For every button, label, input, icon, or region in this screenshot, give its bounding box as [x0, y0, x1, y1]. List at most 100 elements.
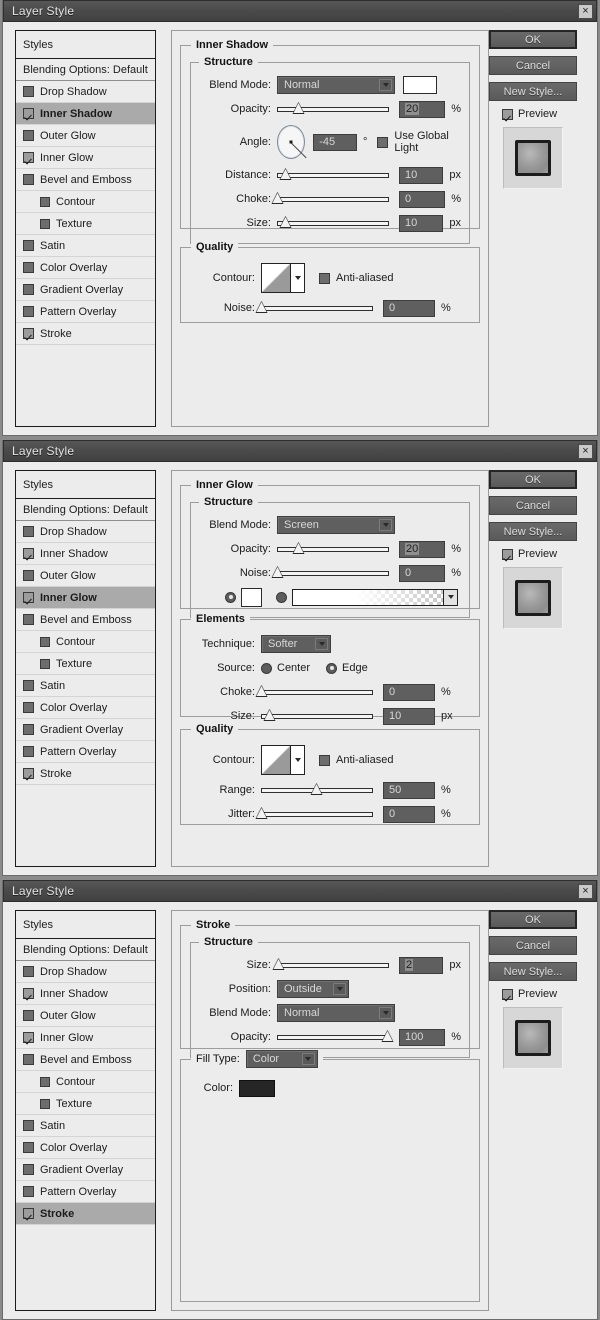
- anti-aliased-checkbox[interactable]: [319, 754, 330, 766]
- anti-aliased-checkbox[interactable]: [319, 272, 330, 284]
- contour-preset-select[interactable]: [261, 263, 305, 293]
- range-input[interactable]: 50: [383, 781, 435, 799]
- slider-thumb[interactable]: [271, 566, 284, 578]
- chevron-down-icon[interactable]: [333, 983, 346, 995]
- jitter-slider[interactable]: [255, 807, 373, 821]
- fill-gradient-radio[interactable]: [276, 591, 287, 603]
- cancel-button[interactable]: Cancel: [489, 496, 577, 515]
- choke-input[interactable]: 0: [399, 190, 446, 208]
- title-bar[interactable]: Layer Style ×: [3, 440, 597, 462]
- chevron-down-icon[interactable]: [315, 638, 328, 650]
- checkbox-icon[interactable]: [23, 614, 34, 625]
- noise-slider[interactable]: [271, 566, 389, 580]
- ok-button[interactable]: OK: [489, 30, 577, 49]
- choke-input[interactable]: 0: [383, 683, 435, 701]
- sidebar-item-pattern-overlay[interactable]: Pattern Overlay: [16, 741, 155, 763]
- checkbox-icon[interactable]: [23, 152, 34, 163]
- sidebar-item-bevel-and-emboss[interactable]: Bevel and Emboss: [16, 1049, 155, 1071]
- size-slider[interactable]: [277, 216, 389, 230]
- source-center-radio[interactable]: [261, 662, 272, 674]
- size-slider[interactable]: [261, 709, 373, 723]
- chevron-down-icon[interactable]: [301, 1053, 315, 1065]
- blending-options-row[interactable]: Blending Options: Default: [16, 59, 155, 81]
- checkbox-icon[interactable]: [23, 988, 34, 999]
- size-slider[interactable]: [272, 958, 389, 972]
- checkbox-icon[interactable]: [23, 592, 34, 603]
- sidebar-item-satin[interactable]: Satin: [16, 1115, 155, 1137]
- sidebar-item-stroke[interactable]: Stroke: [16, 1203, 155, 1225]
- use-global-light-checkbox[interactable]: [377, 136, 389, 148]
- chevron-down-icon[interactable]: [290, 746, 304, 774]
- checkbox-icon[interactable]: [40, 1098, 50, 1109]
- checkbox-icon[interactable]: [23, 1164, 34, 1175]
- chevron-down-icon[interactable]: [444, 588, 458, 606]
- distance-input[interactable]: 10: [399, 166, 444, 184]
- checkbox-icon[interactable]: [23, 570, 34, 581]
- glow-color-swatch[interactable]: [241, 587, 262, 607]
- noise-input[interactable]: 0: [383, 299, 435, 317]
- sidebar-item-satin[interactable]: Satin: [16, 675, 155, 697]
- position-select[interactable]: Outside: [277, 980, 349, 998]
- opacity-slider[interactable]: [277, 542, 389, 556]
- angle-input[interactable]: -45: [313, 133, 358, 151]
- sidebar-item-inner-shadow[interactable]: Inner Shadow: [16, 983, 155, 1005]
- checkbox-icon[interactable]: [40, 658, 50, 669]
- sidebar-item-gradient-overlay[interactable]: Gradient Overlay: [16, 719, 155, 741]
- sidebar-item-drop-shadow[interactable]: Drop Shadow: [16, 961, 155, 983]
- noise-slider[interactable]: [255, 301, 373, 315]
- checkbox-icon[interactable]: [23, 1208, 34, 1219]
- sidebar-item-stroke[interactable]: Stroke: [16, 323, 155, 345]
- checkbox-icon[interactable]: [23, 724, 34, 735]
- sidebar-item-gradient-overlay[interactable]: Gradient Overlay: [16, 1159, 155, 1181]
- slider-thumb[interactable]: [272, 958, 285, 970]
- slider-thumb[interactable]: [279, 216, 292, 228]
- slider-thumb[interactable]: [271, 192, 284, 204]
- sidebar-item-inner-glow[interactable]: Inner Glow: [16, 587, 155, 609]
- checkbox-icon[interactable]: [23, 1054, 34, 1065]
- sidebar-item-outer-glow[interactable]: Outer Glow: [16, 565, 155, 587]
- checkbox-icon[interactable]: [23, 328, 34, 339]
- sidebar-item-outer-glow[interactable]: Outer Glow: [16, 125, 155, 147]
- checkbox-icon[interactable]: [23, 306, 34, 317]
- opacity-slider[interactable]: [277, 102, 389, 116]
- chevron-down-icon[interactable]: [290, 264, 304, 292]
- slider-thumb[interactable]: [255, 301, 268, 313]
- slider-thumb[interactable]: [310, 783, 323, 795]
- jitter-input[interactable]: 0: [383, 805, 435, 823]
- sidebar-item-color-overlay[interactable]: Color Overlay: [16, 1137, 155, 1159]
- source-edge-radio[interactable]: [326, 662, 338, 674]
- sidebar-item-bevel-and-emboss[interactable]: Bevel and Emboss: [16, 609, 155, 631]
- sidebar-item-pattern-overlay[interactable]: Pattern Overlay: [16, 301, 155, 323]
- sidebar-item-pattern-overlay[interactable]: Pattern Overlay: [16, 1181, 155, 1203]
- sidebar-item-outer-glow[interactable]: Outer Glow: [16, 1005, 155, 1027]
- slider-thumb[interactable]: [255, 685, 268, 697]
- preview-toggle[interactable]: Preview: [502, 108, 589, 120]
- checkbox-icon[interactable]: [23, 1186, 34, 1197]
- opacity-input[interactable]: 100: [399, 1028, 446, 1046]
- checkbox-icon[interactable]: [23, 702, 34, 713]
- blend-mode-select[interactable]: Normal: [277, 1004, 395, 1022]
- blend-mode-select[interactable]: Normal: [277, 76, 395, 94]
- sidebar-item-color-overlay[interactable]: Color Overlay: [16, 697, 155, 719]
- sidebar-item-inner-shadow[interactable]: Inner Shadow: [16, 103, 155, 125]
- technique-select[interactable]: Softer: [261, 635, 331, 653]
- checkbox-icon[interactable]: [23, 680, 34, 691]
- shadow-color-swatch[interactable]: [403, 76, 437, 94]
- checkbox-icon[interactable]: [23, 130, 34, 141]
- sidebar-item-inner-glow[interactable]: Inner Glow: [16, 147, 155, 169]
- checkbox-icon[interactable]: [23, 1120, 34, 1131]
- checkbox-icon[interactable]: [502, 548, 513, 560]
- size-input[interactable]: 10: [399, 214, 444, 232]
- checkbox-icon[interactable]: [40, 218, 50, 229]
- slider-thumb[interactable]: [279, 168, 292, 180]
- slider-thumb[interactable]: [292, 102, 305, 114]
- sidebar-item-texture[interactable]: Texture: [16, 1093, 155, 1115]
- checkbox-icon[interactable]: [23, 526, 34, 537]
- size-input[interactable]: 2: [399, 956, 444, 974]
- opacity-slider[interactable]: [277, 1030, 394, 1044]
- sidebar-item-stroke[interactable]: Stroke: [16, 763, 155, 785]
- stroke-color-swatch[interactable]: [239, 1079, 275, 1097]
- preview-toggle[interactable]: Preview: [502, 988, 589, 1000]
- sidebar-item-contour[interactable]: Contour: [16, 631, 155, 653]
- new-style-button[interactable]: New Style...: [489, 522, 577, 541]
